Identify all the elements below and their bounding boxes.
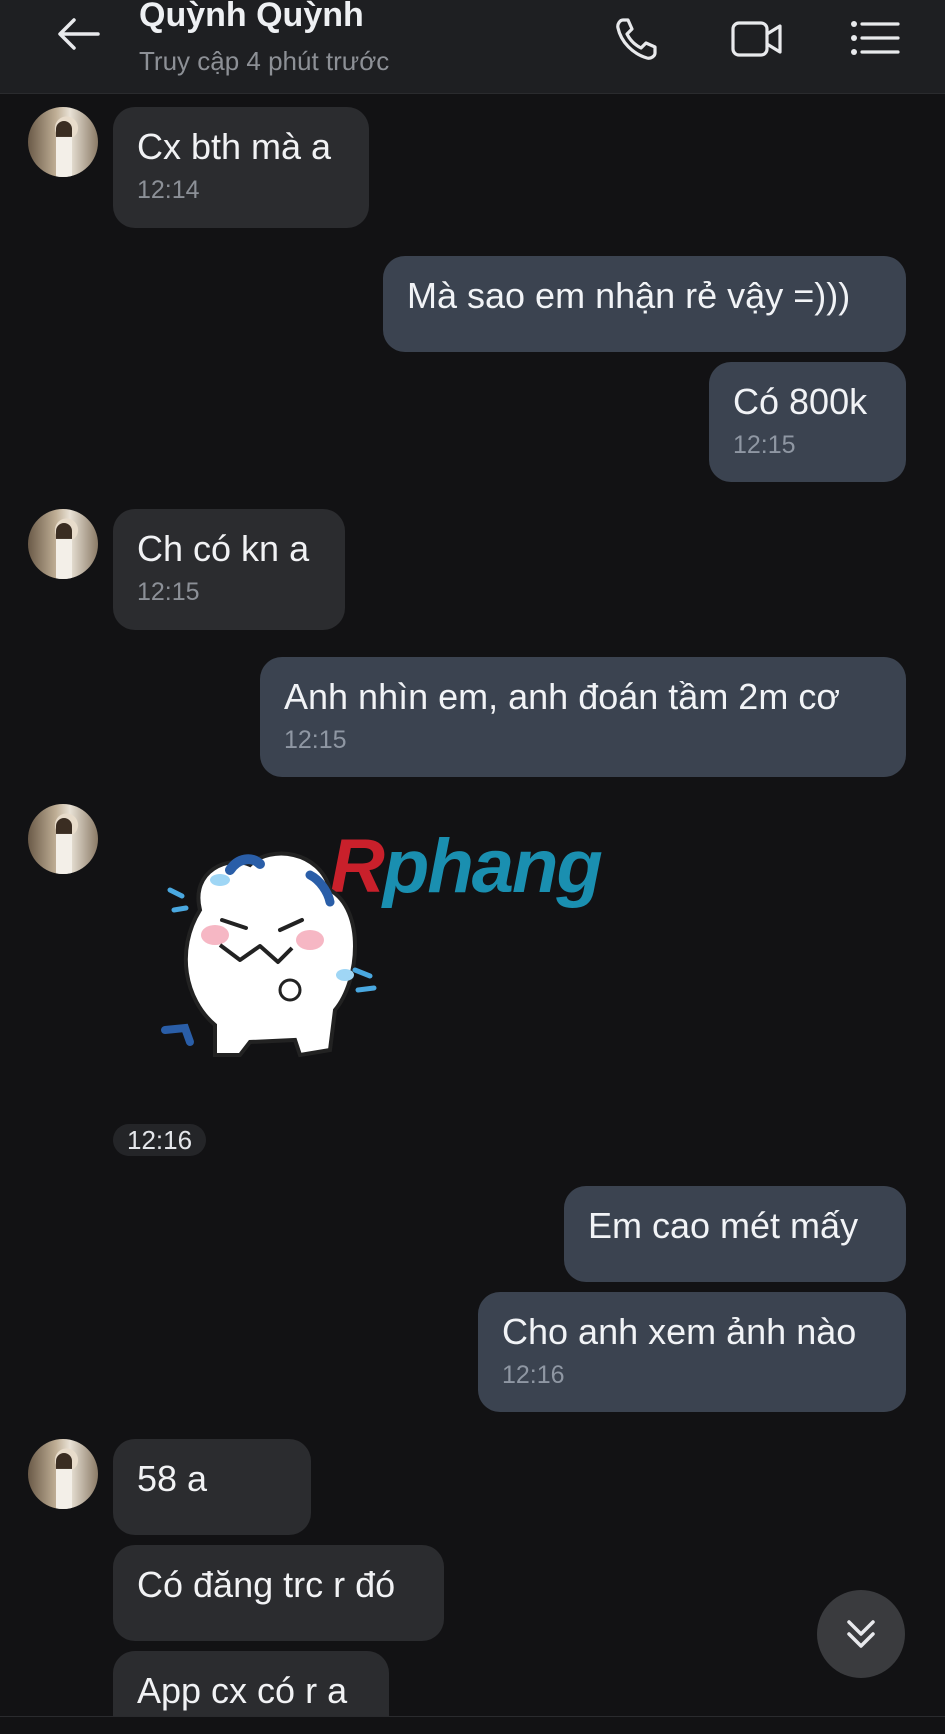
message-text: Có 800k — [733, 381, 868, 422]
message-bubble-outgoing[interactable]: Anh nhìn em, anh đoán tầm 2m cơ 12:15 — [260, 657, 906, 777]
avatar-photo — [56, 121, 72, 177]
contact-avatar[interactable] — [28, 107, 98, 177]
message-text: Em cao mét mấy — [588, 1205, 859, 1246]
scroll-to-bottom-button[interactable] — [817, 1590, 905, 1678]
contact-name[interactable]: Quỳnh Quỳnh — [139, 0, 364, 35]
crying-cat-sticker[interactable] — [160, 850, 390, 1070]
contact-avatar[interactable] — [28, 804, 98, 874]
message-time: 12:16 — [113, 1124, 207, 1156]
message-time: 12:16 — [502, 1361, 565, 1389]
video-call-icon[interactable] — [730, 14, 784, 64]
message-time: 12:15 — [284, 726, 347, 754]
message-text: App cx có r a — [137, 1670, 348, 1711]
avatar-photo — [56, 523, 72, 579]
message-bubble-incoming[interactable]: Ch có kn a 12:15 — [113, 509, 345, 630]
message-time: 12:15 — [137, 578, 200, 606]
message-time: 12:14 — [137, 176, 200, 204]
message-bubble-outgoing[interactable]: Cho anh xem ảnh nào 12:16 — [478, 1292, 906, 1412]
message-bubble-incoming[interactable]: Cx bth mà a 12:14 — [113, 107, 369, 228]
message-text: Ch có kn a — [137, 528, 310, 569]
double-chevron-down-icon — [847, 1620, 875, 1648]
message-text: Anh nhìn em, anh đoán tầm 2m cơ — [284, 676, 840, 717]
contact-avatar[interactable] — [28, 1439, 98, 1509]
message-text: Có đăng trc r đó — [137, 1564, 396, 1605]
avatar-photo — [56, 1453, 72, 1509]
message-bubble-outgoing[interactable]: Mà sao em nhận rẻ vậy =))) — [383, 256, 906, 352]
contact-status: Truy cập 4 phút trước — [139, 46, 390, 76]
message-text: Cx bth mà a — [137, 126, 332, 167]
message-text: Mà sao em nhận rẻ vậy =))) — [407, 275, 851, 316]
phone-icon[interactable] — [611, 14, 665, 64]
message-time: 12:15 — [733, 431, 796, 459]
message-bubble-outgoing[interactable]: Có 800k 12:15 — [709, 362, 906, 482]
message-bubble-incoming[interactable]: Có đăng trc r đó — [113, 1545, 444, 1641]
avatar-photo — [56, 818, 72, 874]
message-text: Cho anh xem ảnh nào — [502, 1311, 857, 1352]
message-bubble-incoming[interactable]: 58 a — [113, 1439, 311, 1535]
back-arrow-icon[interactable] — [50, 12, 110, 62]
bottom-bar-edge — [0, 1716, 945, 1734]
chat-header: Quỳnh Quỳnh Truy cập 4 phút trước — [0, 0, 945, 94]
contact-avatar[interactable] — [28, 509, 98, 579]
menu-list-icon[interactable] — [848, 14, 902, 64]
message-text: 58 a — [137, 1458, 208, 1499]
message-bubble-outgoing[interactable]: Em cao mét mấy — [564, 1186, 906, 1282]
